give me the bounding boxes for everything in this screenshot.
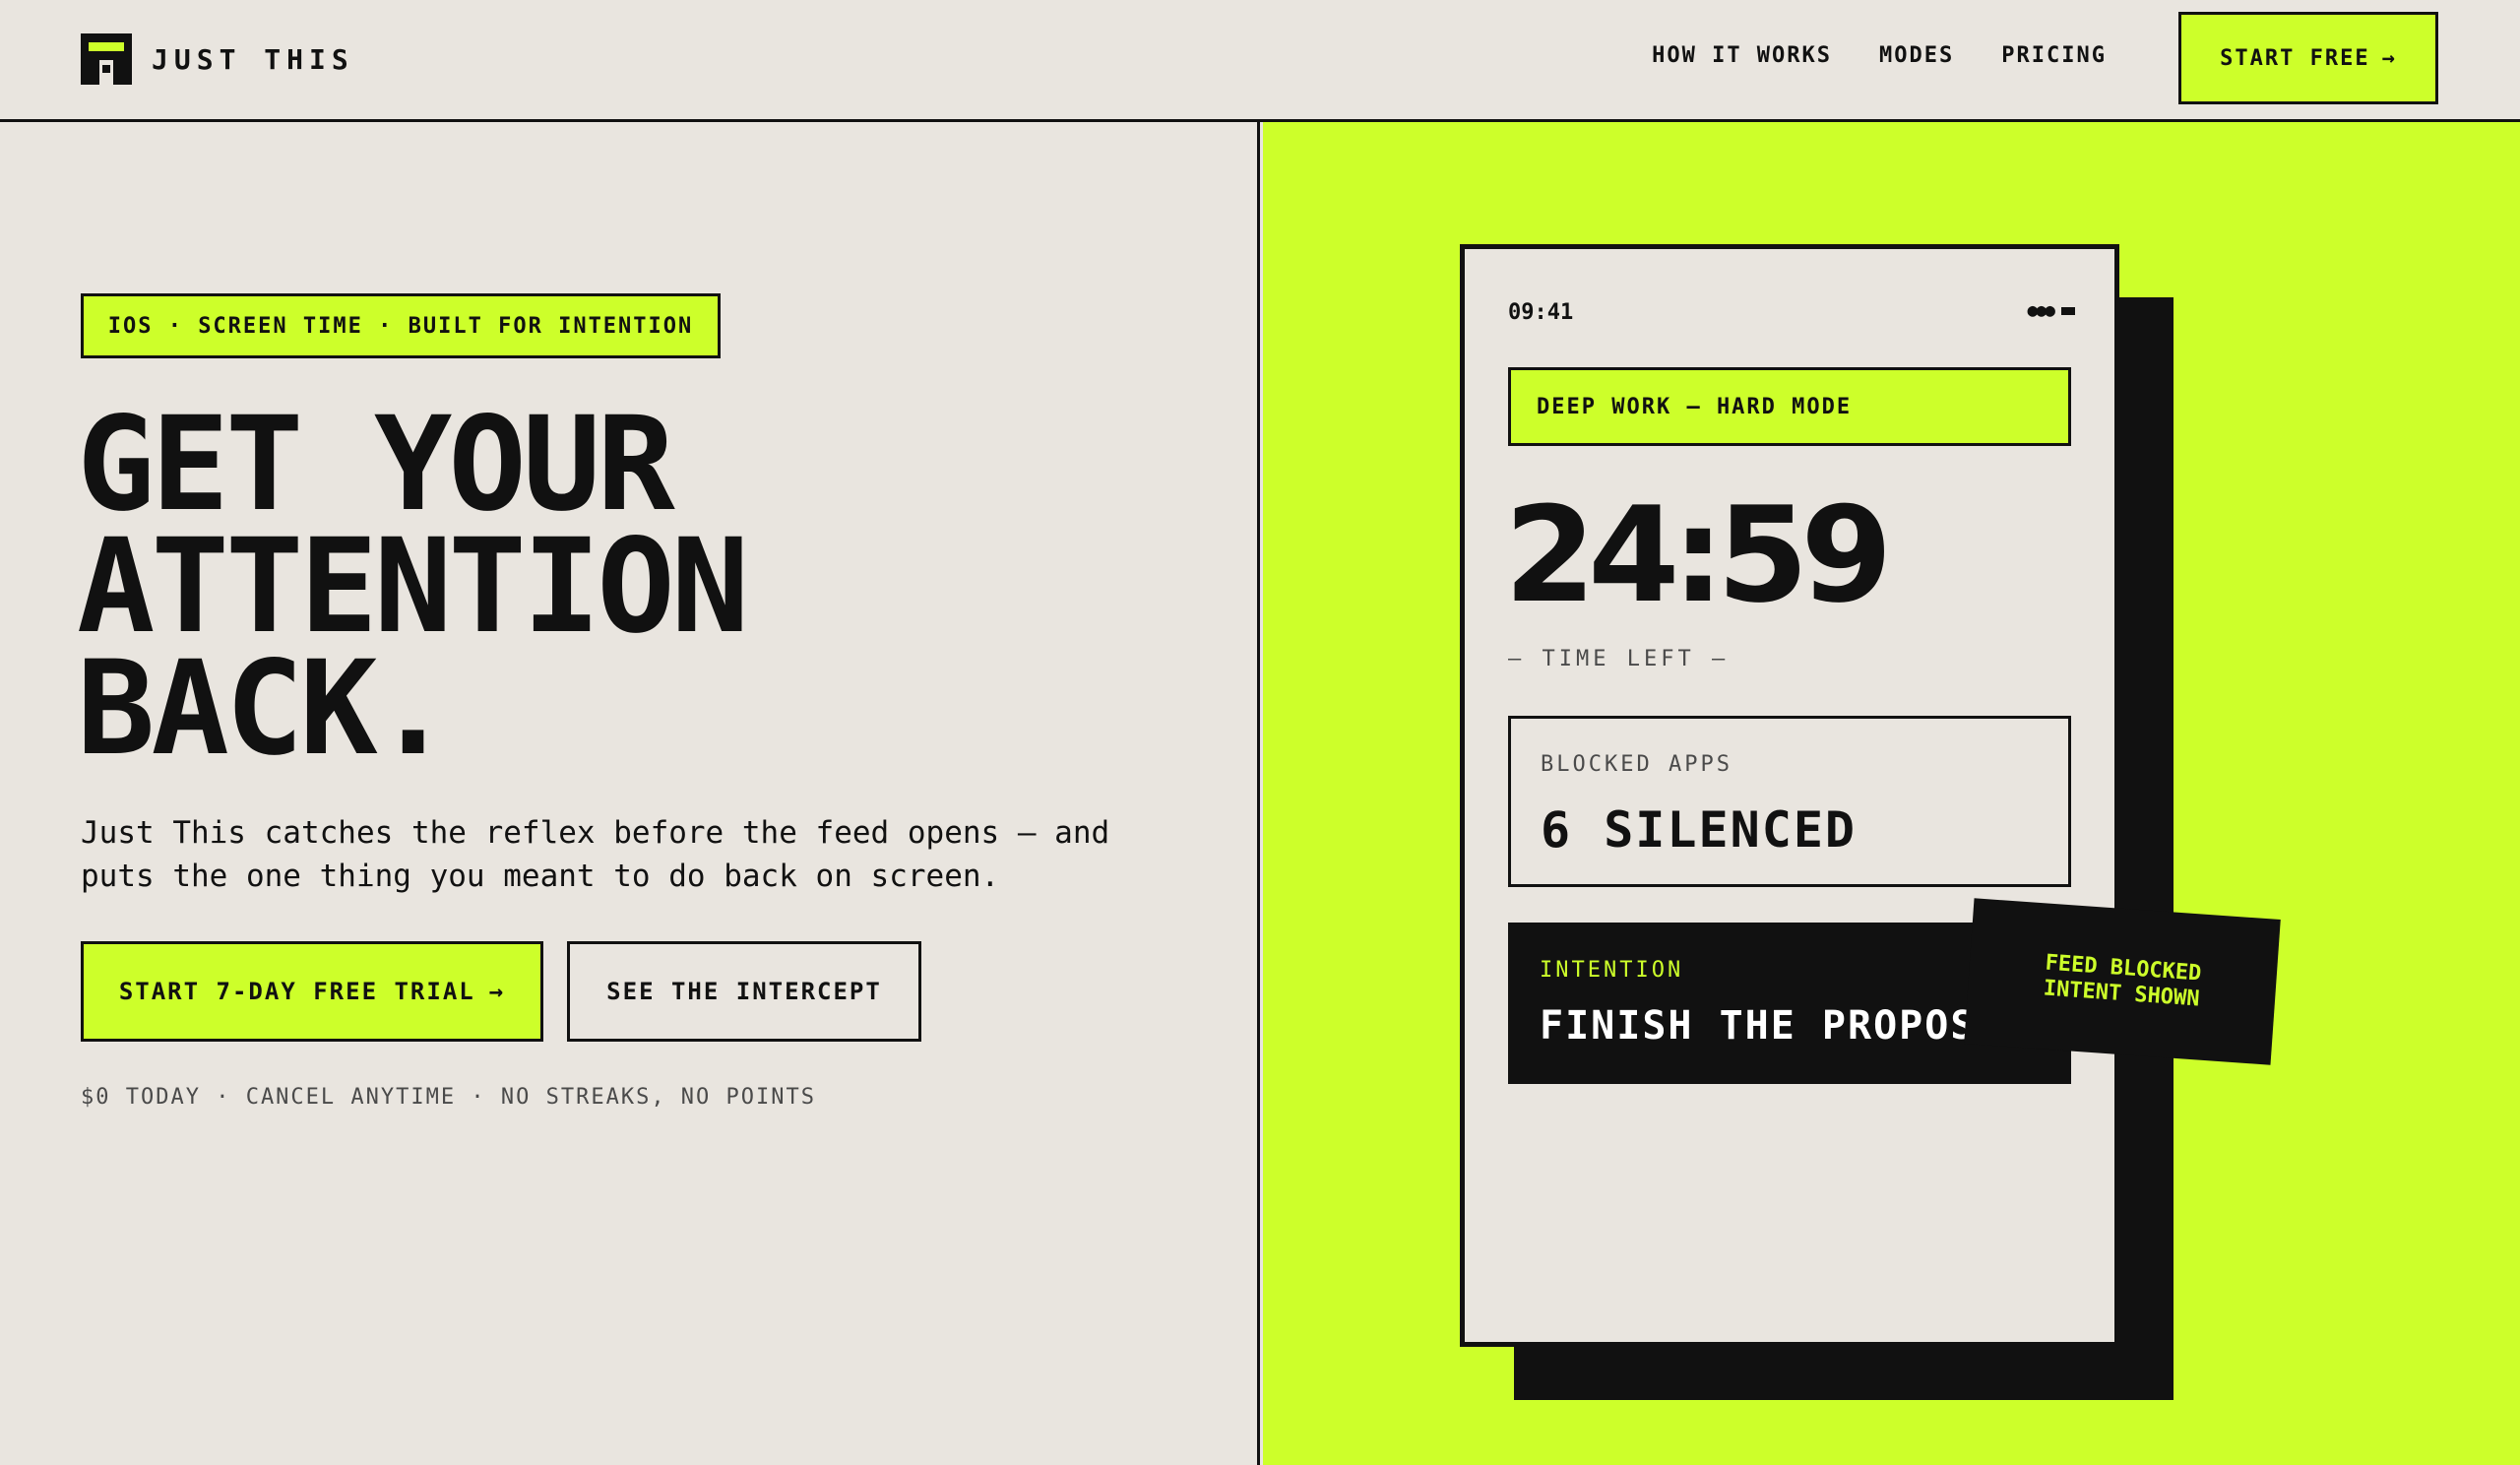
brand[interactable]: JUST THIS [81, 33, 354, 85]
status-icons: ●●● [2027, 300, 2075, 321]
headline-line-2: ATTENTION [77, 511, 749, 663]
countdown-timer: 24:59 [1504, 478, 1893, 632]
status-time: 09:41 [1508, 300, 1574, 325]
nav-links: HOW IT WORKS MODES PRICING [1652, 43, 2107, 68]
intention-value: FINISH THE PROPOSAL [1540, 1003, 2028, 1049]
feed-blocked-sticker: FEED BLOCKED INTENT SHOWN [1964, 898, 2281, 1065]
start-free-label: START FREE [2220, 45, 2370, 71]
eyebrow-badge: IOS · SCREEN TIME · BUILT FOR INTENTION [81, 293, 721, 358]
intention-label: INTENTION [1540, 958, 1684, 983]
phone-mockup: 09:41 ●●● DEEP WORK — HARD MODE 24:59 — … [1460, 244, 2119, 1347]
headline-line-3: BACK. [77, 633, 452, 785]
arrow-right-icon: → [2381, 45, 2397, 71]
nav-link-how-it-works[interactable]: HOW IT WORKS [1652, 43, 1832, 68]
battery-icon [2061, 306, 2075, 315]
logo-icon [81, 33, 132, 85]
hero-subcopy: Just This catches the reflex before the … [81, 815, 1110, 894]
nav-link-pricing[interactable]: PRICING [2001, 43, 2107, 68]
see-intercept-button[interactable]: SEE THE INTERCEPT [567, 941, 921, 1042]
nav-link-modes[interactable]: MODES [1879, 43, 1954, 68]
hero-headline: GET YOUR ATTENTION BACK. [77, 389, 749, 785]
fineprint: $0 TODAY · CANCEL ANYTIME · NO STREAKS, … [81, 1085, 817, 1110]
arrow-right-icon: → [488, 978, 506, 1005]
timer-label: — TIME LEFT — [1508, 647, 1730, 671]
headline-line-1: GET YOUR [77, 389, 675, 541]
blocked-apps-card: BLOCKED APPS 6 SILENCED [1508, 716, 2071, 887]
blocked-apps-value: 6 SILENCED [1541, 801, 1858, 859]
mode-badge: DEEP WORK — HARD MODE [1508, 367, 2071, 446]
start-trial-label: START 7-DAY FREE TRIAL [118, 978, 475, 1005]
blocked-apps-label: BLOCKED APPS [1541, 752, 1732, 777]
start-trial-button[interactable]: START 7-DAY FREE TRIAL → [81, 941, 543, 1042]
signal-icon: ●●● [2027, 300, 2054, 321]
top-nav: JUST THIS HOW IT WORKS MODES PRICING STA… [0, 0, 2520, 122]
brand-name: JUST THIS [152, 42, 354, 76]
start-free-button[interactable]: START FREE → [2178, 12, 2438, 104]
